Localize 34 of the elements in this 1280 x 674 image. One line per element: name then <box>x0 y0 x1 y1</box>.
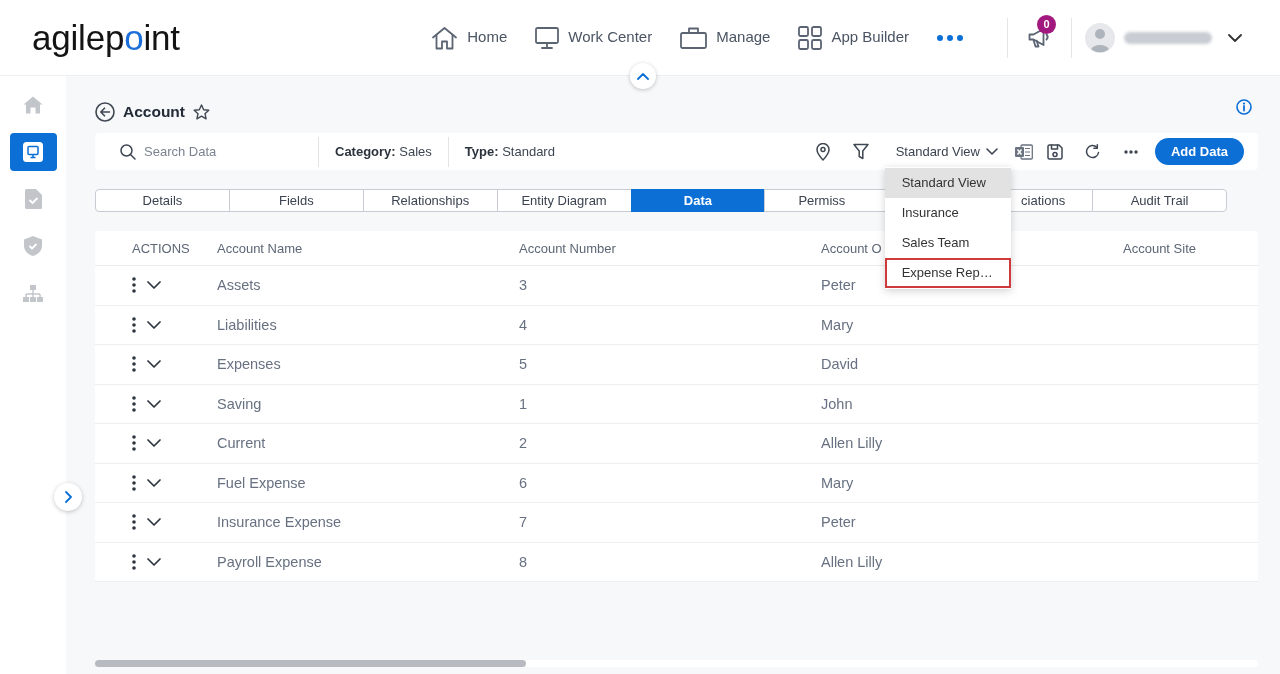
table-cell: Peter <box>821 514 856 531</box>
table-cell: 8 <box>519 553 528 570</box>
table-cell: 2 <box>519 435 528 452</box>
table-cell: 5 <box>519 356 528 373</box>
table-cell: Peter <box>821 277 856 294</box>
page-title: Account <box>123 102 185 122</box>
table-cell: Liabilities <box>217 316 277 333</box>
column-header: Account O <box>821 241 882 256</box>
column-header: Account Number <box>519 241 616 256</box>
table-cell: 4 <box>519 316 528 333</box>
column-header: Account Name <box>217 241 303 256</box>
table-cell: Current <box>217 435 266 452</box>
type-label: Type: Standard <box>463 142 556 161</box>
table-cell: Insurance Expense <box>217 514 342 531</box>
table-cell: Mary <box>821 316 854 333</box>
table-cell: Allen Lilly <box>821 553 883 570</box>
table-cell: Expenses <box>217 356 281 373</box>
table-cell: 6 <box>519 474 528 491</box>
table-cell: David <box>821 356 859 373</box>
table-cell: Assets <box>217 277 261 294</box>
notification-badge: 0 <box>1037 15 1056 34</box>
table-cell: John <box>821 395 853 412</box>
table-cell: Saving <box>217 395 262 412</box>
logo: agilepoint <box>32 20 180 55</box>
table-cell: Fuel Expense <box>217 474 306 491</box>
column-header: ACTIONS <box>132 241 190 256</box>
column-header: Account Site <box>1123 241 1196 256</box>
table-cell: Mary <box>821 474 854 491</box>
table-cell: 7 <box>519 514 528 531</box>
table-cell: Payroll Expense <box>217 553 322 570</box>
category-label: Category: Sales <box>334 142 433 161</box>
table-cell: Allen Lilly <box>821 435 883 452</box>
table-cell: 1 <box>519 395 528 412</box>
table-cell: 3 <box>519 277 528 294</box>
